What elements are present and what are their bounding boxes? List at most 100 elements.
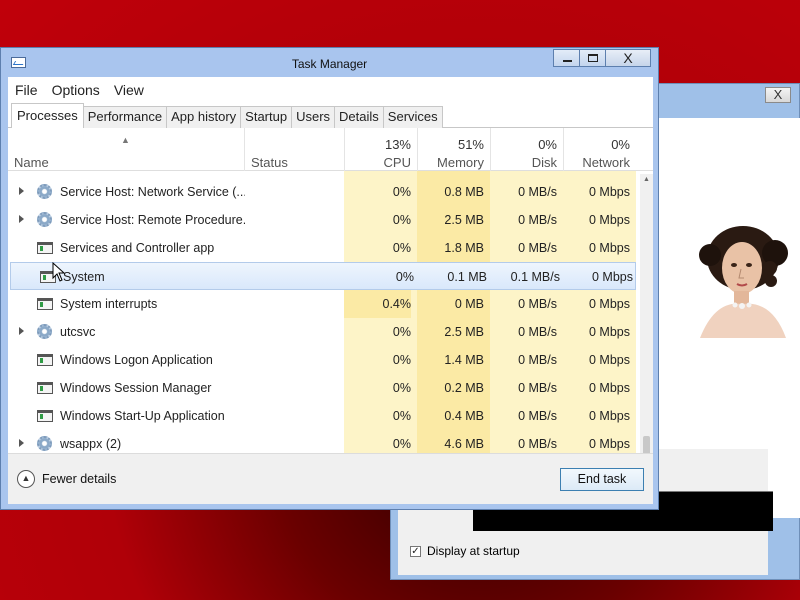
- tab-startup[interactable]: Startup: [240, 106, 293, 128]
- process-name: System: [63, 270, 105, 284]
- process-window-icon: [37, 354, 53, 366]
- column-header-memory[interactable]: 51% Memory: [417, 128, 490, 171]
- process-window-icon: [37, 382, 53, 394]
- table-row[interactable]: System interrupts 0.4% 0 MB 0 MB/s 0 Mbps: [8, 290, 638, 318]
- process-disk-value: 0 MB/s: [518, 381, 557, 395]
- sort-up-icon: ▲: [121, 135, 130, 145]
- vertical-scrollbar[interactable]: ▲ ▼: [640, 174, 653, 482]
- service-gear-icon: [37, 184, 52, 199]
- expand-arrow-icon[interactable]: [19, 327, 24, 335]
- process-cpu-value: 0%: [392, 409, 411, 423]
- title-bar[interactable]: Task Manager X: [1, 48, 658, 75]
- expand-arrow-icon[interactable]: [19, 215, 24, 223]
- process-window-icon: [37, 242, 53, 254]
- column-header-network[interactable]: 0% Network: [563, 128, 636, 171]
- process-cpu-value: 0%: [392, 213, 411, 227]
- process-cpu-value: 0%: [392, 381, 411, 395]
- scroll-up-icon[interactable]: ▲: [643, 176, 650, 183]
- menu-view[interactable]: View: [114, 82, 144, 98]
- fewer-details-button[interactable]: ▲ Fewer details: [17, 470, 116, 488]
- process-network-value: 0 Mbps: [592, 270, 633, 284]
- process-cpu-value: 0%: [395, 270, 414, 284]
- tab-details[interactable]: Details: [334, 106, 384, 128]
- column-header-cpu[interactable]: 13% CPU: [344, 128, 417, 171]
- process-disk-value: 0 MB/s: [518, 241, 557, 255]
- table-row[interactable]: Windows Start-Up Application 0% 0.4 MB 0 MB…: [8, 402, 638, 430]
- service-gear-icon: [37, 436, 52, 451]
- close-icon: X: [623, 50, 633, 66]
- process-name: Services and Controller app: [60, 241, 215, 255]
- menu-file[interactable]: File: [15, 82, 38, 98]
- process-name: Service Host: Network Service (...: [60, 185, 245, 199]
- maximize-button[interactable]: [579, 49, 606, 67]
- process-network-value: 0 Mbps: [589, 241, 630, 255]
- process-network-value: 0 Mbps: [589, 297, 630, 311]
- process-disk-value: 0.1 MB/s: [510, 270, 560, 284]
- process-network-value: 0 Mbps: [589, 353, 630, 367]
- process-memory-value: 0.4 MB: [444, 409, 484, 423]
- task-manager-window: Task Manager X File Options View Process…: [0, 47, 659, 510]
- menu-bar: File Options View: [8, 77, 653, 102]
- tab-strip: Processes Performance App history Startu…: [8, 103, 653, 128]
- process-network-value: 0 Mbps: [589, 213, 630, 227]
- table-row[interactable]: Services and Controller app 0% 1.8 MB 0 MB/…: [8, 234, 638, 262]
- tab-services[interactable]: Services: [382, 106, 443, 128]
- close-button[interactable]: X: [605, 49, 651, 67]
- process-network-value: 0 Mbps: [589, 185, 630, 199]
- fewer-details-label: Fewer details: [42, 472, 117, 486]
- table-row[interactable]: Service Host: Remote Procedure... 0% 2.5 M…: [8, 206, 638, 234]
- process-name: Service Host: Remote Procedure...: [60, 213, 245, 227]
- process-window-icon: [37, 298, 53, 310]
- process-cpu-value: 0.4%: [344, 290, 411, 318]
- process-cpu-value: 0%: [392, 353, 411, 367]
- process-memory-value: 0.8 MB: [444, 185, 484, 199]
- maximize-icon: [588, 54, 598, 62]
- column-header-name[interactable]: ▲ Name: [8, 128, 244, 171]
- process-name: Windows Start-Up Application: [60, 409, 225, 423]
- process-cpu-value: 0%: [392, 241, 411, 255]
- process-memory-value: 0.1 MB: [447, 270, 487, 284]
- process-memory-value: 0 MB: [454, 297, 484, 311]
- process-list: Service Host: Network Service (... 0% 0.8 …: [8, 174, 638, 482]
- process-memory-value: 1.4 MB: [444, 353, 484, 367]
- menu-options[interactable]: Options: [52, 82, 100, 98]
- process-name: utcsvc: [60, 325, 96, 339]
- process-window-icon: [37, 410, 53, 422]
- process-disk-value: 0 MB/s: [518, 409, 557, 423]
- expand-arrow-icon[interactable]: [19, 187, 24, 195]
- process-memory-value: 2.5 MB: [444, 213, 484, 227]
- process-network-value: 0 Mbps: [589, 325, 630, 339]
- process-network-value: 0 Mbps: [589, 409, 630, 423]
- table-row[interactable]: Windows Logon Application 0% 1.4 MB 0 MB/s 0…: [8, 346, 638, 374]
- process-name: System interrupts: [60, 297, 158, 311]
- minimize-icon: [563, 60, 572, 62]
- table-row[interactable]: Service Host: Network Service (... 0% 0.8 …: [8, 178, 638, 206]
- table-row[interactable]: Windows Session Manager 0% 0.2 MB 0 MB/s 0 M…: [8, 374, 638, 402]
- end-task-button[interactable]: End task: [560, 468, 644, 491]
- process-memory-value: 0.2 MB: [444, 381, 484, 395]
- tab-performance[interactable]: Performance: [82, 106, 168, 128]
- bg-window-close-button[interactable]: X: [765, 87, 791, 103]
- process-network-value: 0 Mbps: [589, 381, 630, 395]
- column-header-disk[interactable]: 0% Disk: [490, 128, 563, 171]
- table-row[interactable]: utcsvc 0% 2.5 MB 0 MB/s 0 Mbps: [8, 318, 638, 346]
- display-at-startup-checkbox[interactable]: ✓: [410, 545, 421, 557]
- display-at-startup-option[interactable]: ✓ Display at startup: [410, 544, 520, 558]
- service-gear-icon: [37, 324, 52, 339]
- process-name: Windows Logon Application: [60, 353, 213, 367]
- minimize-button[interactable]: [553, 49, 580, 67]
- table-row[interactable]: System 0% 0.1 MB 0.1 MB/s 0 Mbps: [10, 262, 636, 290]
- tab-app-history[interactable]: App history: [166, 106, 242, 128]
- column-header-status[interactable]: Status: [244, 128, 344, 171]
- mouse-cursor-icon: [52, 262, 66, 282]
- window-controls: X: [553, 49, 651, 67]
- process-disk-value: 0 MB/s: [518, 185, 557, 199]
- tab-users[interactable]: Users: [291, 106, 336, 128]
- chevron-up-circle-icon: ▲: [17, 470, 35, 488]
- service-gear-icon: [37, 212, 52, 227]
- footer-bar: ▲ Fewer details End task: [8, 453, 653, 504]
- process-disk-value: 0 MB/s: [518, 297, 557, 311]
- expand-arrow-icon[interactable]: [19, 439, 24, 447]
- tab-processes[interactable]: Processes: [11, 103, 84, 128]
- display-at-startup-label: Display at startup: [427, 544, 520, 558]
